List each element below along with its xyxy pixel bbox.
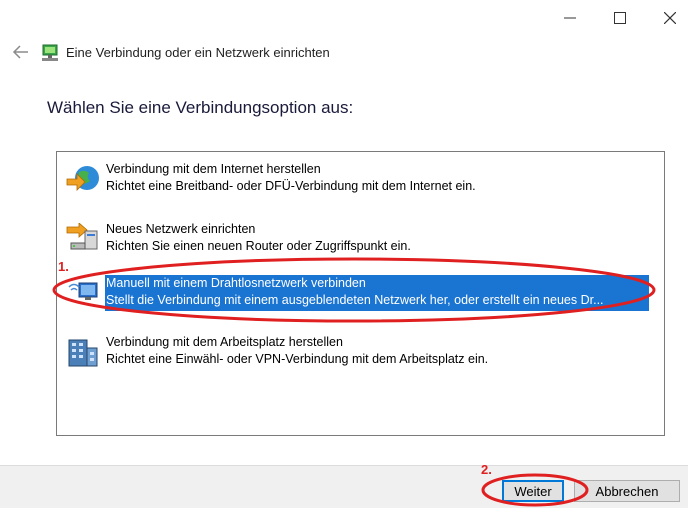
wireless-network-icon: [65, 277, 101, 309]
window-title: Eine Verbindung oder ein Netzwerk einric…: [66, 45, 330, 60]
option-manual-wireless[interactable]: Manuell mit einem Drahtlosnetzwerk verbi…: [63, 275, 655, 313]
next-button[interactable]: Weiter: [502, 480, 564, 502]
cancel-button[interactable]: Abbrechen: [574, 480, 680, 502]
network-setup-icon: [40, 43, 60, 63]
page-heading: Wählen Sie eine Verbindungsoption aus:: [47, 98, 354, 117]
globe-icon: [65, 163, 101, 195]
annotation-step-1: 1.: [58, 259, 69, 274]
option-description: Richtet eine Einwähl- oder VPN-Verbindun…: [106, 352, 489, 366]
minimize-button[interactable]: [550, 4, 590, 32]
option-internet[interactable]: Verbindung mit dem Internet herstellen R…: [63, 161, 655, 199]
option-title: Verbindung mit dem Internet herstellen: [106, 162, 321, 176]
close-button[interactable]: [650, 4, 688, 32]
minimize-icon: [564, 17, 576, 19]
back-button[interactable]: [11, 42, 31, 62]
option-title: Manuell mit einem Drahtlosnetzwerk verbi…: [106, 276, 366, 290]
annotation-step-2: 2.: [481, 462, 492, 477]
option-description: Richten Sie einen neuen Router oder Zugr…: [106, 239, 411, 253]
option-title: Neues Netzwerk einrichten: [106, 222, 256, 236]
option-workplace[interactable]: Verbindung mit dem Arbeitsplatz herstell…: [63, 334, 655, 372]
option-description: Richtet eine Breitband- oder DFÜ-Verbind…: [106, 179, 476, 193]
maximize-icon: [614, 12, 626, 24]
option-new-network[interactable]: Neues Netzwerk einrichten Richten Sie ei…: [63, 221, 655, 259]
router-icon: [65, 222, 101, 255]
workplace-building-icon: [65, 336, 101, 368]
back-arrow-icon: [12, 45, 28, 59]
maximize-button[interactable]: [600, 4, 640, 32]
option-title: Verbindung mit dem Arbeitsplatz herstell…: [106, 335, 343, 349]
option-description: Stellt die Verbindung mit einem ausgeble…: [106, 293, 604, 307]
close-icon: [664, 12, 676, 24]
connection-options-list[interactable]: Verbindung mit dem Internet herstellen R…: [56, 151, 665, 436]
